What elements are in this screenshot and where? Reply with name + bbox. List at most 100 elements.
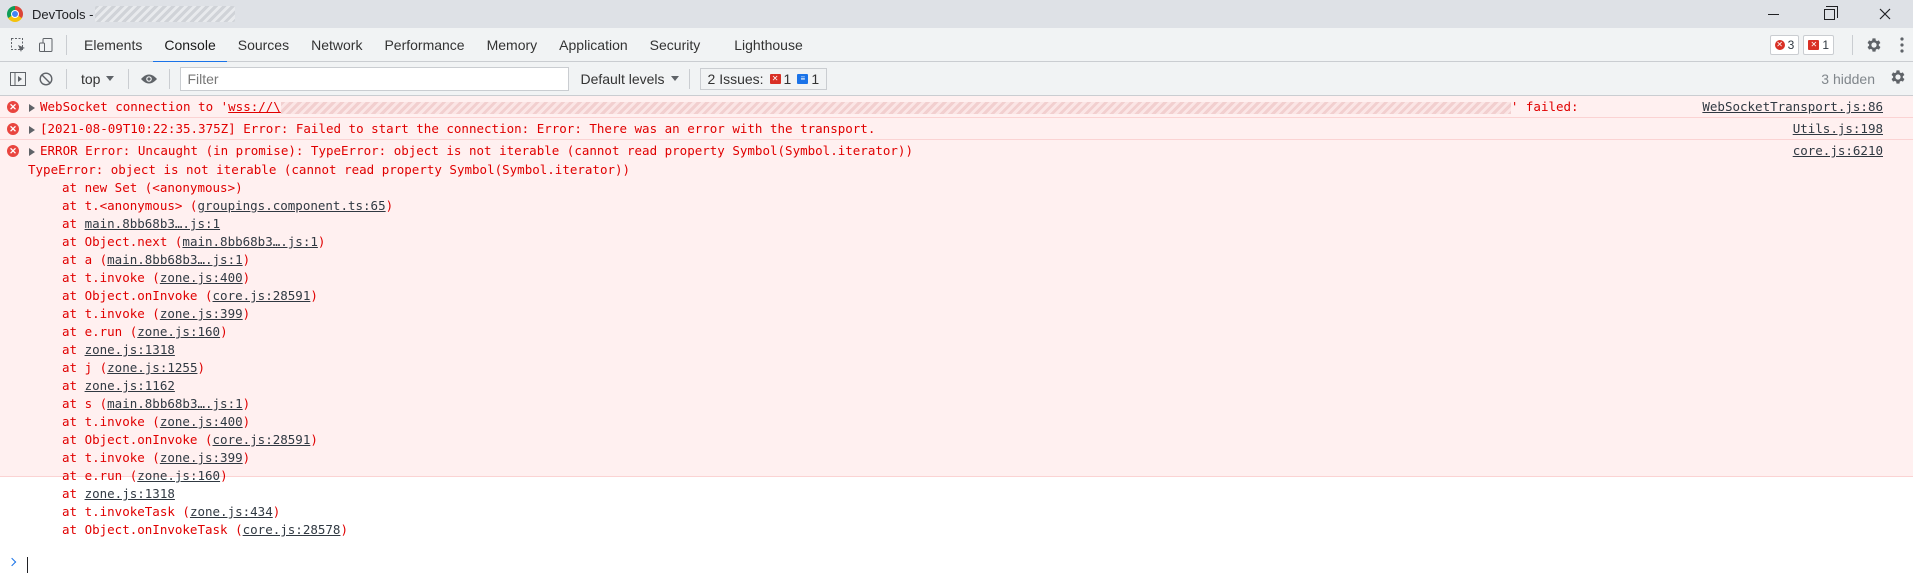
filter-input[interactable] xyxy=(180,66,570,91)
error-icon: ✕ xyxy=(7,101,19,113)
stack-frame: at t.invoke (zone.js:400) xyxy=(28,413,1913,431)
frame-text-end: ) xyxy=(220,468,228,483)
frame-source-link[interactable]: core.js:28591 xyxy=(213,288,311,303)
tab-label: Console xyxy=(164,36,216,53)
issues-button[interactable]: 2 Issues: ✕ 1 ≡ 1 xyxy=(699,67,828,90)
tab-label: Lighthouse xyxy=(734,36,803,53)
tab-elements[interactable]: Elements xyxy=(73,28,153,62)
frame-text: at xyxy=(62,216,85,231)
expand-triangle-icon[interactable] xyxy=(29,148,35,156)
frame-source-link[interactable]: zone.js:399 xyxy=(160,306,243,321)
settings-button[interactable] xyxy=(1857,32,1891,58)
tab-label: Security xyxy=(649,36,701,53)
stack-frame: at t.invoke (zone.js:399) xyxy=(28,449,1913,467)
frame-text: at a ( xyxy=(62,252,108,267)
live-expression-button[interactable] xyxy=(135,66,163,92)
tab-console[interactable]: Console xyxy=(153,28,228,63)
redacted-url xyxy=(280,101,1511,114)
frame-source-link[interactable]: groupings.component.ts:65 xyxy=(197,198,385,213)
frame-source-link[interactable]: zone.js:1255 xyxy=(107,360,197,375)
frame-source-link[interactable]: zone.js:1318 xyxy=(85,342,175,357)
tab-lighthouse[interactable]: Lighthouse xyxy=(723,28,814,62)
issues-counter-button[interactable]: ✕ 1 xyxy=(1803,35,1834,55)
window-title: DevTools - xyxy=(32,6,94,22)
stack-frame: at e.run (zone.js:160) xyxy=(28,323,1913,341)
frame-source-link[interactable]: zone.js:400 xyxy=(160,414,243,429)
restore-button[interactable] xyxy=(1801,0,1857,28)
websocket-url-link[interactable]: wss://\ xyxy=(228,99,281,114)
expand-triangle-icon[interactable] xyxy=(29,126,35,134)
frame-text: at xyxy=(62,486,85,501)
frame-text-end: ) xyxy=(242,252,251,267)
error-line: TypeError: object is not iterable (canno… xyxy=(28,162,631,177)
tab-performance[interactable]: Performance xyxy=(373,28,475,62)
frame-text-end: ) xyxy=(242,450,251,465)
frame-text-end: ) xyxy=(310,288,318,303)
source-link[interactable]: WebSocketTransport.js:86 xyxy=(1702,96,1883,117)
frame-text: at Object.onInvokeTask ( xyxy=(62,522,243,537)
stack-frame: at Object.onInvokeTask (core.js:28578) xyxy=(28,521,1913,539)
frame-text-end: ) xyxy=(310,432,318,447)
stack-frame: at t.invokeTask (zone.js:434) xyxy=(28,503,1913,521)
expand-triangle-icon[interactable] xyxy=(29,104,35,112)
message-suffix: ' failed: xyxy=(1510,99,1579,114)
frame-text: at t.<anonymous> ( xyxy=(62,198,198,213)
minimize-icon xyxy=(1767,13,1779,15)
issues-error-count: 1 xyxy=(783,70,792,87)
toggle-sidebar-button[interactable] xyxy=(4,66,32,92)
tab-security[interactable]: Security xyxy=(639,28,712,62)
frame-source-link[interactable]: core.js:28591 xyxy=(213,432,311,447)
frame-source-link[interactable]: main.8bb68b3….js:1 xyxy=(107,396,242,411)
frame-text-end: ) xyxy=(242,306,251,321)
minimize-button[interactable] xyxy=(1745,0,1801,28)
tab-sources[interactable]: Sources xyxy=(227,28,300,62)
device-toolbar-button[interactable] xyxy=(32,32,60,58)
stack-frame: at Object.onInvoke (core.js:28591) xyxy=(28,287,1913,305)
log-levels-dropdown[interactable]: Default levels xyxy=(580,70,679,87)
frame-source-link[interactable]: zone.js:160 xyxy=(137,324,220,339)
frame-source-link[interactable]: zone.js:1162 xyxy=(85,378,175,393)
frame-text-end: ) xyxy=(242,396,251,411)
error-counter-button[interactable]: ✕ 3 xyxy=(1769,35,1800,55)
frame-text-end: ) xyxy=(340,522,348,537)
console-prompt[interactable] xyxy=(0,551,1913,579)
frame-text: at t.invoke ( xyxy=(62,270,160,285)
more-options-button[interactable] xyxy=(1891,32,1913,58)
source-link[interactable]: Utils.js:198 xyxy=(1793,118,1883,139)
toolbar-divider xyxy=(66,68,67,89)
frame-source-link[interactable]: zone.js:399 xyxy=(160,450,243,465)
console-message-websocket: ✕ WebSocket connection to 'wss://\ ' fail… xyxy=(0,96,1913,118)
frame-text: at e.run ( xyxy=(62,468,138,483)
frame-text-end: ) xyxy=(385,198,394,213)
clear-console-button[interactable] xyxy=(32,66,60,92)
console-settings-button[interactable] xyxy=(1889,68,1907,89)
inspect-element-button[interactable] xyxy=(4,32,32,58)
restore-icon xyxy=(1823,5,1838,20)
frame-source-link[interactable]: zone.js:160 xyxy=(137,468,220,483)
tab-network[interactable]: Network xyxy=(300,28,373,62)
stack-frame: at new Set (<anonymous>) xyxy=(28,179,1913,197)
frame-source-link[interactable]: zone.js:434 xyxy=(190,504,273,519)
frame-text-end: ) xyxy=(317,234,326,249)
console-output: ✕ WebSocket connection to 'wss://\ ' fail… xyxy=(0,96,1913,551)
eye-icon xyxy=(141,74,158,83)
stack-frame: at zone.js:1162 xyxy=(28,377,1913,395)
close-icon xyxy=(1879,8,1891,20)
tab-memory[interactable]: Memory xyxy=(476,28,549,62)
close-button[interactable] xyxy=(1857,0,1913,28)
frame-source-link[interactable]: main.8bb68b3….js:1 xyxy=(182,234,317,249)
log-levels-label: Default levels xyxy=(580,70,665,87)
frame-source-link[interactable]: zone.js:400 xyxy=(160,270,243,285)
gear-icon xyxy=(1867,38,1881,52)
frame-source-link[interactable]: zone.js:1318 xyxy=(85,486,175,501)
frame-source-link[interactable]: main.8bb68b3….js:1 xyxy=(85,216,220,231)
tab-application[interactable]: Application xyxy=(548,28,639,62)
source-link[interactable]: core.js:6210 xyxy=(1793,140,1883,161)
frame-source-link[interactable]: core.js:28578 xyxy=(243,522,341,537)
stack-frame: at t.<anonymous> (groupings.component.ts… xyxy=(28,197,1913,215)
console-message-uncaught-error: ✕ ERROR Error: Uncaught (in promise): Ty… xyxy=(0,140,1913,537)
frame-source-link[interactable]: main.8bb68b3….js:1 xyxy=(107,252,242,267)
context-selector[interactable]: top xyxy=(73,71,122,87)
stack-frame: at Object.next (main.8bb68b3….js:1) xyxy=(28,233,1913,251)
frame-text-end: ) xyxy=(242,414,251,429)
